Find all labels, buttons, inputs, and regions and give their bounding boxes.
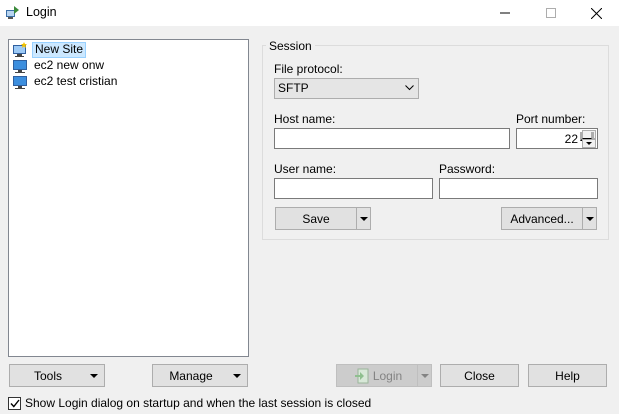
tools-button[interactable]: Tools bbox=[9, 364, 105, 387]
help-button[interactable]: Help bbox=[528, 364, 607, 387]
tree-item-ec2-test-cristian[interactable]: ec2 test cristian bbox=[12, 74, 119, 90]
file-protocol-value: SFTP bbox=[278, 81, 309, 95]
new-site-icon bbox=[13, 42, 27, 57]
user-name-label: User name: bbox=[274, 162, 337, 176]
file-protocol-label: File protocol: bbox=[274, 62, 343, 76]
manage-button-label: Manage bbox=[169, 368, 213, 383]
login-button[interactable]: Login bbox=[336, 364, 432, 387]
computer-icon bbox=[13, 76, 27, 89]
tools-button-label: Tools bbox=[33, 368, 62, 383]
port-number-value: 22 bbox=[564, 132, 578, 146]
port-number-label: Port number: bbox=[516, 112, 586, 126]
show-login-option[interactable]: Show Login dialog on startup and when th… bbox=[8, 396, 371, 410]
advanced-dropdown[interactable] bbox=[582, 208, 596, 229]
dropdown-arrow-icon bbox=[420, 373, 429, 378]
save-dropdown[interactable] bbox=[356, 208, 370, 229]
dropdown-arrow-icon bbox=[359, 216, 368, 221]
minimize-button[interactable] bbox=[482, 0, 528, 26]
advanced-button[interactable]: Advanced... bbox=[501, 207, 597, 230]
close-icon bbox=[590, 7, 602, 19]
port-number-field[interactable]: 22 bbox=[516, 128, 598, 149]
show-login-checkbox[interactable] bbox=[8, 396, 21, 410]
save-button-label: Save bbox=[302, 211, 330, 226]
winscp-app-icon bbox=[6, 6, 19, 19]
session-group-label: Session bbox=[266, 39, 315, 53]
port-up-button[interactable] bbox=[580, 130, 596, 141]
login-dropdown[interactable] bbox=[417, 365, 431, 386]
login-icon bbox=[354, 368, 369, 383]
chevron-down-icon bbox=[405, 85, 414, 91]
tree-item-new-site[interactable]: New Site bbox=[12, 42, 87, 58]
show-login-label: Show Login dialog on startup and when th… bbox=[25, 396, 372, 410]
computer-icon bbox=[13, 60, 27, 73]
close-window-button[interactable] bbox=[573, 0, 619, 26]
file-protocol-select[interactable]: SFTP bbox=[274, 78, 419, 99]
close-button[interactable]: Close bbox=[440, 364, 519, 387]
host-name-field[interactable] bbox=[274, 128, 510, 149]
tree-item-label: ec2 new onw bbox=[34, 58, 105, 72]
dropdown-arrow-icon bbox=[585, 216, 594, 221]
user-name-field[interactable] bbox=[274, 178, 433, 199]
dropdown-arrow-icon bbox=[90, 374, 98, 378]
save-button[interactable]: Save bbox=[275, 207, 371, 230]
maximize-button[interactable] bbox=[528, 0, 574, 26]
checkmark-icon bbox=[9, 399, 20, 408]
port-down-button[interactable] bbox=[582, 139, 596, 148]
dropdown-arrow-icon bbox=[233, 374, 241, 378]
minimize-icon bbox=[500, 12, 510, 14]
advanced-button-label: Advanced... bbox=[510, 211, 574, 226]
host-name-label: Host name: bbox=[274, 112, 336, 126]
manage-button[interactable]: Manage bbox=[152, 364, 248, 387]
help-button-label: Help bbox=[555, 368, 580, 383]
password-label: Password: bbox=[439, 162, 496, 176]
tree-item-label: ec2 test cristian bbox=[34, 74, 118, 88]
maximize-icon bbox=[546, 8, 556, 18]
site-tree[interactable]: New Site ec2 new onw ec2 test cristian bbox=[8, 39, 249, 357]
title-bar: Login bbox=[0, 0, 619, 26]
close-button-label: Close bbox=[464, 368, 495, 383]
tree-item-ec2-new-onw[interactable]: ec2 new onw bbox=[12, 58, 106, 74]
tree-item-label: New Site bbox=[32, 42, 87, 58]
arrow-down-icon bbox=[586, 142, 592, 145]
password-field[interactable] bbox=[439, 178, 598, 199]
window-title: Login bbox=[26, 5, 57, 19]
login-button-label: Login bbox=[372, 368, 403, 383]
